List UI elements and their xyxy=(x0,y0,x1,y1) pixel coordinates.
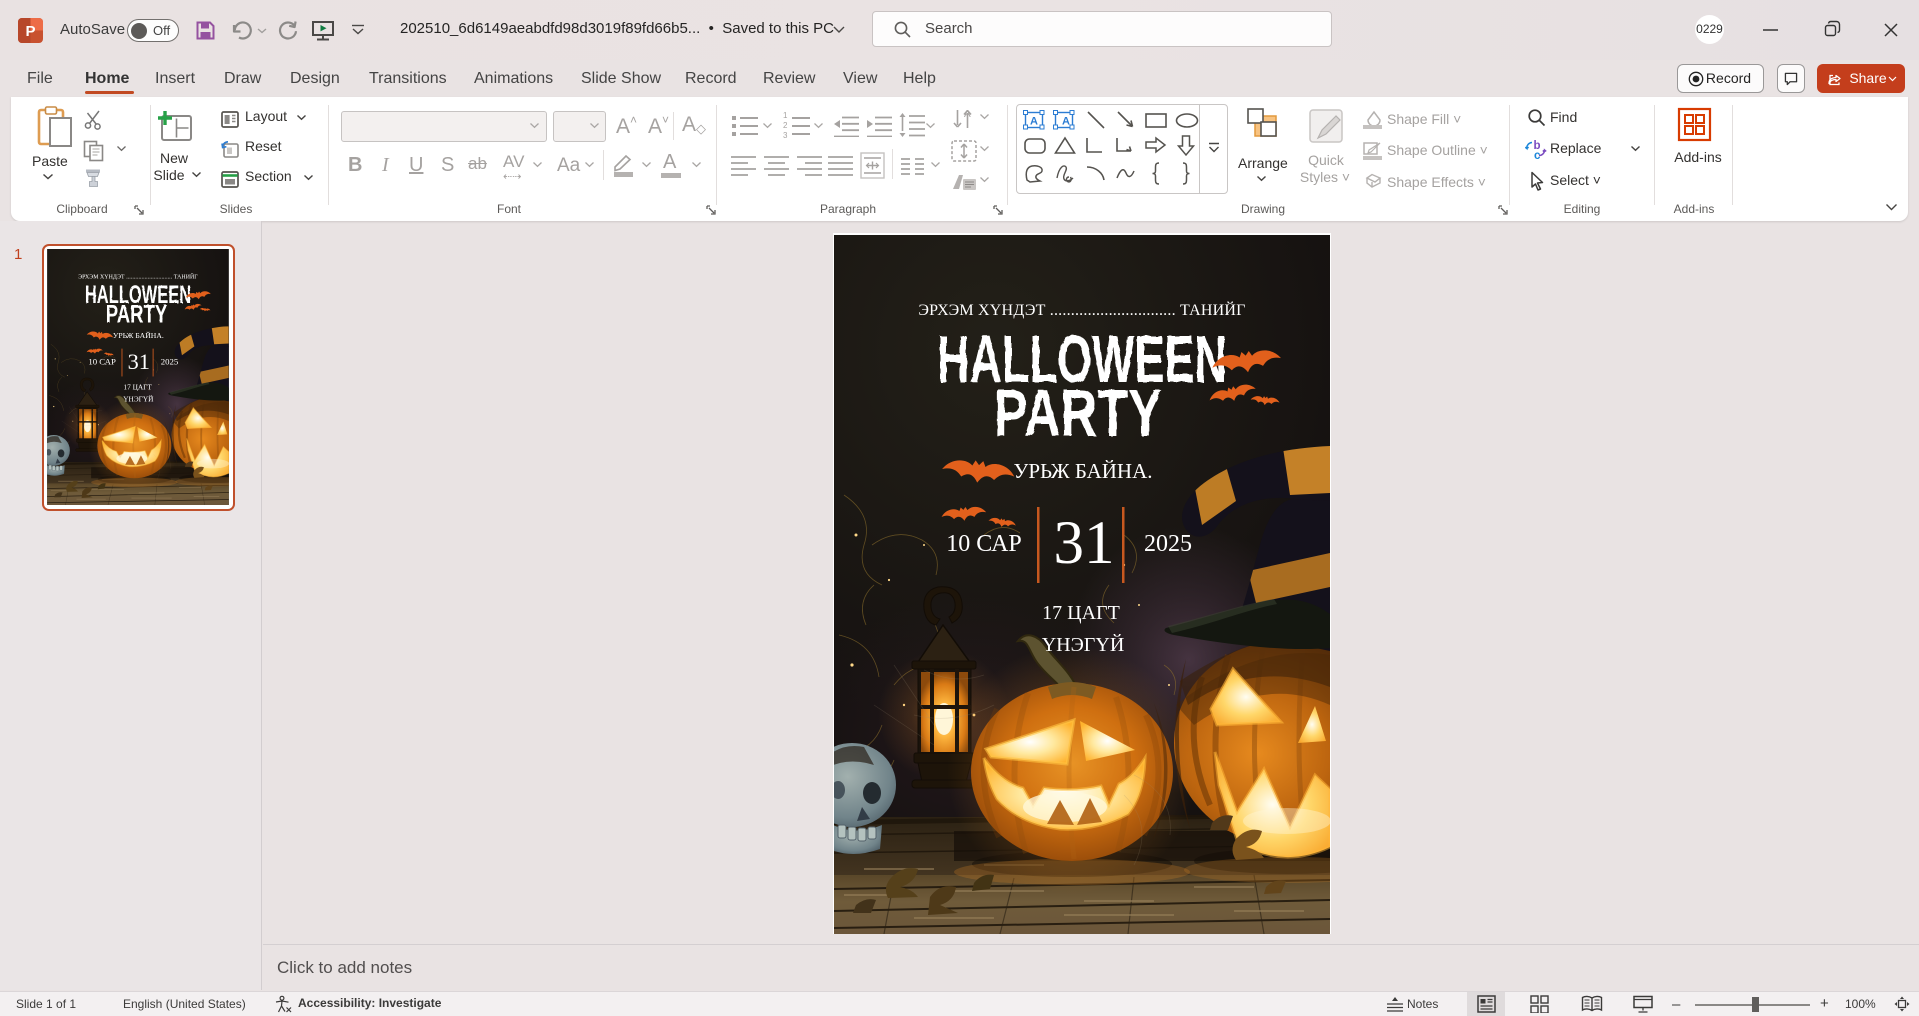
svg-text:c: c xyxy=(1534,150,1541,160)
svg-text:P: P xyxy=(25,23,35,40)
svg-text:A: A xyxy=(1062,116,1070,128)
svg-text:A: A xyxy=(1030,116,1038,128)
svg-text:A: A xyxy=(964,109,971,120)
